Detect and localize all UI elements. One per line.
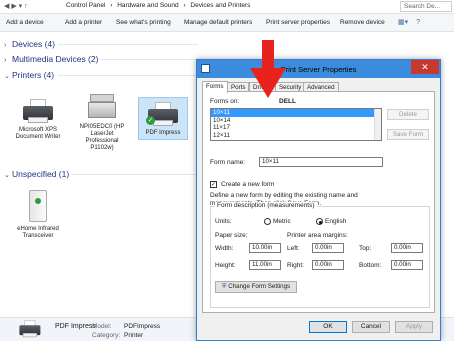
address-bar: ◀ ▶ ▾ ↑ Control Panel › Hardware and Sou…: [0, 0, 454, 14]
paper-size-label: Paper size:: [215, 232, 248, 239]
forms-list[interactable]: 10×11 10×14 11×17 12×11: [210, 108, 382, 141]
shield-icon: ⛨: [221, 283, 227, 290]
chevron-down-icon: ⌄: [4, 73, 10, 80]
details-name: PDF Impress: [55, 323, 96, 330]
model-value: PDFImpress: [124, 323, 161, 330]
category-label: Category:: [92, 332, 121, 339]
cancel-button[interactable]: Cancel: [352, 321, 390, 333]
remove-device-button[interactable]: Remove device: [340, 19, 385, 26]
breadcrumb-hardware-sound[interactable]: Hardware and Sound: [117, 2, 178, 9]
print-server-properties-dialog: Print Server Properties ✕ Forms Ports Dr…: [196, 59, 441, 341]
ok-button[interactable]: OK: [309, 321, 347, 333]
breadcrumb: Control Panel › Hardware and Sound › Dev…: [66, 2, 253, 9]
bottom-margin-input[interactable]: 0.00in: [391, 260, 423, 270]
nav-arrows-icon[interactable]: ◀ ▶ ▾ ↑: [4, 2, 28, 10]
printer-xps[interactable]: Microsoft XPS Document Writer: [12, 97, 64, 141]
left-label: Left:: [287, 245, 300, 252]
chevron-right-icon: ›: [4, 42, 7, 49]
chevron-right-icon: ›: [4, 57, 7, 64]
add-printer-button[interactable]: Add a printer: [65, 19, 102, 26]
top-label: Top:: [359, 245, 372, 252]
close-icon[interactable]: ✕: [411, 60, 439, 74]
change-form-settings-label: Change Form Settings: [228, 283, 291, 290]
save-form-button[interactable]: Save Form: [387, 129, 429, 140]
metric-radio[interactable]: [264, 218, 271, 225]
device-label: NPI05EDC0 (HP LaserJet Professional P110…: [79, 124, 125, 151]
tab-forms[interactable]: Forms: [202, 81, 228, 93]
breadcrumb-separator: ›: [183, 2, 186, 9]
left-margin-input[interactable]: 0.00in: [312, 243, 344, 253]
width-input[interactable]: 10.00in: [249, 243, 281, 253]
metric-label: Metric: [273, 218, 291, 225]
height-label: Height:: [215, 262, 236, 269]
english-label: English: [325, 218, 347, 225]
form-name-label: Form name:: [210, 159, 246, 166]
list-item[interactable]: 11×17: [211, 124, 381, 132]
bottom-label: Bottom:: [359, 262, 382, 269]
printer-icon: [21, 97, 55, 125]
manage-default-printers-button[interactable]: Manage default printers: [184, 19, 252, 26]
dialog-title: Print Server Properties: [280, 65, 357, 74]
group-devices[interactable]: › Devices (4): [4, 39, 55, 49]
height-input[interactable]: 11.00in: [249, 260, 281, 270]
printer-pdf-impress[interactable]: ✓ PDF Impress: [138, 97, 188, 140]
printer-icon: ✓: [146, 100, 180, 128]
divider: [58, 44, 198, 45]
breadcrumb-separator: ›: [110, 2, 113, 9]
top-margin-input[interactable]: 0.00in: [391, 243, 423, 253]
search-input[interactable]: Search De...: [400, 1, 452, 12]
annotation-arrow-icon: [250, 40, 286, 98]
scrollbar[interactable]: [374, 109, 381, 140]
forms-on-label: Forms on:: [210, 98, 240, 105]
help-icon[interactable]: ?: [416, 19, 420, 26]
breadcrumb-control-panel[interactable]: Control Panel: [66, 2, 105, 9]
breadcrumb-devices-printers[interactable]: Devices and Printers: [190, 2, 250, 9]
english-radio[interactable]: [316, 218, 323, 225]
right-margin-input[interactable]: 0.00in: [312, 260, 344, 270]
margins-label: Printer area margins:: [287, 232, 348, 239]
group-unspecified[interactable]: ⌄ Unspecified (1): [4, 169, 69, 179]
group-multimedia[interactable]: › Multimedia Devices (2): [4, 54, 98, 64]
right-label: Right:: [287, 262, 304, 269]
model-label: Model:: [92, 323, 112, 330]
form-name-input[interactable]: 10×11: [259, 157, 383, 167]
category-value: Printer: [124, 332, 144, 339]
dialog-titlebar[interactable]: Print Server Properties ✕: [197, 60, 440, 78]
device-label: Microsoft XPS Document Writer: [15, 127, 61, 140]
command-bar: Add a device Add a printer See what's pr…: [0, 14, 454, 32]
add-device-button[interactable]: Add a device: [6, 19, 44, 26]
group-printers[interactable]: ⌄ Printers (4): [4, 70, 54, 80]
device-label: PDF Impress: [145, 130, 181, 136]
divider: [58, 75, 198, 76]
divider: [72, 174, 198, 175]
laser-printer-icon: [87, 92, 117, 122]
create-new-form-checkbox[interactable]: ✓: [210, 181, 217, 188]
infrared-transceiver-icon: [27, 190, 49, 224]
whats-printing-button[interactable]: See what's printing: [116, 19, 171, 26]
print-server-properties-button[interactable]: Print server properties: [266, 19, 330, 26]
form-description-legend: Form description (measurements): [215, 202, 317, 209]
units-label: Units:: [215, 218, 232, 225]
chevron-down-icon: ⌄: [4, 172, 10, 179]
printer-hp[interactable]: NPI05EDC0 (HP LaserJet Professional P110…: [76, 92, 128, 152]
change-form-settings-button[interactable]: ⛨ Change Form Settings: [215, 281, 297, 293]
forms-panel: Forms on: DELL 10×11 10×14 11×17 12×11 D…: [202, 91, 435, 313]
list-item[interactable]: 10×14: [211, 117, 381, 125]
printer-icon: [18, 319, 42, 339]
view-options-icon[interactable]: ▦▾: [398, 19, 408, 26]
delete-button[interactable]: Delete: [387, 109, 429, 120]
list-item[interactable]: 12×11: [211, 132, 381, 140]
device-ehome-ir[interactable]: eHome Infrared Transceiver: [12, 190, 64, 240]
create-new-form-label: Create a new form: [221, 181, 275, 188]
apply-button[interactable]: Apply: [395, 321, 433, 333]
divider: [100, 59, 198, 60]
device-label: eHome Infrared Transceiver: [17, 226, 59, 239]
list-item[interactable]: 10×11: [211, 109, 381, 117]
width-label: Width:: [215, 245, 234, 252]
default-check-icon: ✓: [146, 116, 155, 125]
form-description-group: Form description (measurements) Units: M…: [210, 202, 430, 308]
